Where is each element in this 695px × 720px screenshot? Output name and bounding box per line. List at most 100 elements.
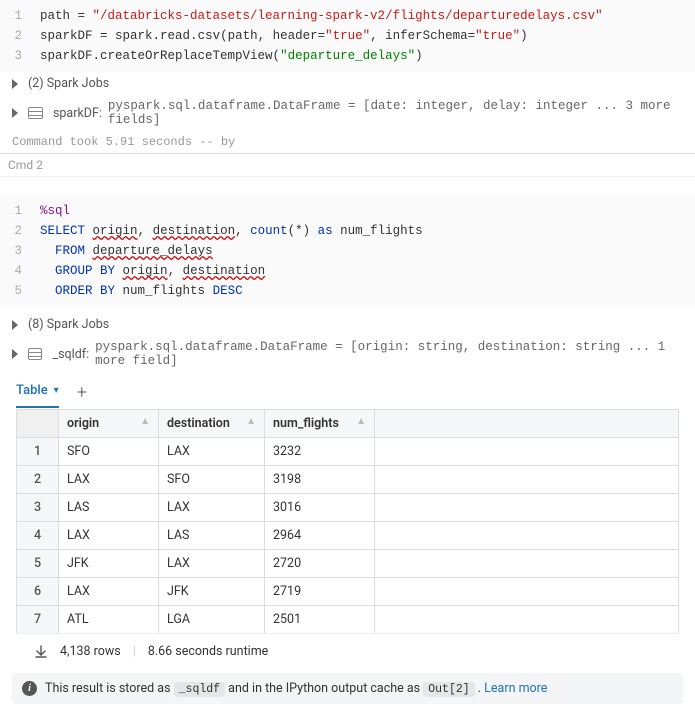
cell-origin: LAX (59, 466, 159, 494)
schema-body: pyspark.sql.dataframe.DataFrame = [date:… (108, 99, 683, 127)
row-number: 4 (17, 522, 59, 550)
row-count: 4,138 rows (60, 644, 121, 659)
cell-origin: LAX (59, 522, 159, 550)
chevron-right-icon (12, 108, 18, 118)
dataset-icon (28, 348, 42, 360)
table-row[interactable]: 6LAXJFK2719 (17, 578, 679, 606)
cell-origin: LAS (59, 494, 159, 522)
code-cell-2[interactable]: 1%sql2SELECT origin, destination, count(… (0, 195, 695, 307)
cmd-number-label: Cmd 2 (0, 154, 695, 177)
table-row[interactable]: 1SFOLAX3232 (17, 438, 679, 466)
cell-origin: LAX (59, 578, 159, 606)
chevron-right-icon (12, 349, 18, 359)
line-number: 2 (0, 221, 40, 241)
row-number: 3 (17, 494, 59, 522)
header-destination[interactable]: destination▲ (159, 410, 265, 438)
tab-table[interactable]: Table ▾ (16, 383, 59, 408)
cell-destination: LAX (159, 438, 265, 466)
line-number: 1 (0, 201, 40, 221)
cell-empty (375, 606, 679, 634)
line-number: 3 (0, 241, 40, 261)
cell-empty (375, 494, 679, 522)
schema-name: _sqldf: (52, 347, 89, 362)
line-number: 2 (0, 26, 40, 46)
schema-body: pyspark.sql.dataframe.DataFrame = [origi… (95, 340, 683, 368)
cell-num-flights: 3198 (265, 466, 375, 494)
result-table-wrap: origin▲ destination▲ num_flights▲ 1SFOLA… (0, 409, 695, 633)
row-number: 1 (17, 438, 59, 466)
code-line[interactable]: GROUP BY origin, destination (40, 261, 265, 281)
row-number: 5 (17, 550, 59, 578)
cell-destination: LGA (159, 606, 265, 634)
table-row[interactable]: 4LAXLAS2964 (17, 522, 679, 550)
chevron-right-icon (12, 79, 18, 89)
table-row[interactable]: 5JFKLAX2720 (17, 550, 679, 578)
info-icon: i (22, 681, 37, 696)
code-cell-1[interactable]: 1path = "/databricks-datasets/learning-s… (0, 0, 695, 72)
header-empty (375, 410, 679, 438)
command-status: Command took 5.91 seconds -- by (0, 131, 695, 153)
header-origin[interactable]: origin▲ (59, 410, 159, 438)
cell-num-flights: 3016 (265, 494, 375, 522)
cell-origin: JFK (59, 550, 159, 578)
cell-origin: SFO (59, 438, 159, 466)
cell-destination: JFK (159, 578, 265, 606)
spark-jobs-count: (8) Spark Jobs (28, 317, 109, 332)
cell-num-flights: 2501 (265, 606, 375, 634)
tab-label: Table (16, 383, 48, 398)
cell-destination: LAX (159, 494, 265, 522)
result-table[interactable]: origin▲ destination▲ num_flights▲ 1SFOLA… (16, 409, 679, 633)
sort-icon[interactable]: ▲ (356, 416, 366, 427)
code-line[interactable]: ORDER BY num_flights DESC (40, 281, 243, 301)
code-line[interactable]: SELECT origin, destination, count(*) as … (40, 221, 423, 241)
row-number: 6 (17, 578, 59, 606)
cell-origin: ATL (59, 606, 159, 634)
header-num-flights[interactable]: num_flights▲ (265, 410, 375, 438)
spark-jobs-toggle-1[interactable]: (2) Spark Jobs (0, 72, 695, 95)
learn-more-link[interactable]: Learn more (484, 681, 547, 696)
result-hint: i This result is stored as _sqldf and in… (12, 673, 683, 704)
schema-toggle-2[interactable]: _sqldf: pyspark.sql.dataframe.DataFrame … (0, 336, 695, 372)
cell-empty (375, 578, 679, 606)
result-tabs: Table ▾ + (0, 372, 695, 409)
download-icon[interactable] (34, 645, 48, 659)
code-line[interactable]: %sql (40, 201, 70, 221)
sort-icon[interactable]: ▲ (246, 416, 256, 427)
row-number: 2 (17, 466, 59, 494)
row-number: 7 (17, 606, 59, 634)
add-tab-button[interactable]: + (77, 382, 87, 409)
table-row[interactable]: 7ATLLGA2501 (17, 606, 679, 634)
code-line[interactable]: sparkDF = spark.read.csv(path, header="t… (40, 26, 528, 46)
line-number: 5 (0, 281, 40, 301)
out-pill: Out[2] (423, 682, 474, 697)
sqldf-pill: _sqldf (174, 682, 225, 697)
line-number: 3 (0, 46, 40, 66)
cell-empty (375, 522, 679, 550)
chevron-down-icon: ▾ (54, 385, 59, 396)
schema-toggle-1[interactable]: sparkDF: pyspark.sql.dataframe.DataFrame… (0, 95, 695, 131)
cell-num-flights: 2719 (265, 578, 375, 606)
table-row[interactable]: 2LAXSFO3198 (17, 466, 679, 494)
cell-empty (375, 438, 679, 466)
code-line[interactable]: sparkDF.createOrReplaceTempView("departu… (40, 46, 423, 66)
schema-name: sparkDF: (53, 106, 102, 121)
spark-jobs-toggle-2[interactable]: (8) Spark Jobs (0, 313, 695, 336)
cell-destination: LAS (159, 522, 265, 550)
runtime: 8.66 seconds runtime (148, 644, 268, 659)
sort-icon[interactable]: ▲ (140, 416, 150, 427)
cell-num-flights: 3232 (265, 438, 375, 466)
cell-num-flights: 2720 (265, 550, 375, 578)
dataset-icon (28, 107, 43, 119)
result-footer: 4,138 rows | 8.66 seconds runtime (16, 633, 679, 669)
header-rownum[interactable] (17, 410, 59, 438)
code-line[interactable]: FROM departure_delays (40, 241, 213, 261)
chevron-right-icon (12, 320, 18, 330)
line-number: 1 (0, 6, 40, 26)
code-line[interactable]: path = "/databricks-datasets/learning-sp… (40, 6, 603, 26)
cell-num-flights: 2964 (265, 522, 375, 550)
cell-empty (375, 466, 679, 494)
cell-destination: LAX (159, 550, 265, 578)
cell-destination: SFO (159, 466, 265, 494)
table-row[interactable]: 3LASLAX3016 (17, 494, 679, 522)
spark-jobs-count: (2) Spark Jobs (28, 76, 109, 91)
